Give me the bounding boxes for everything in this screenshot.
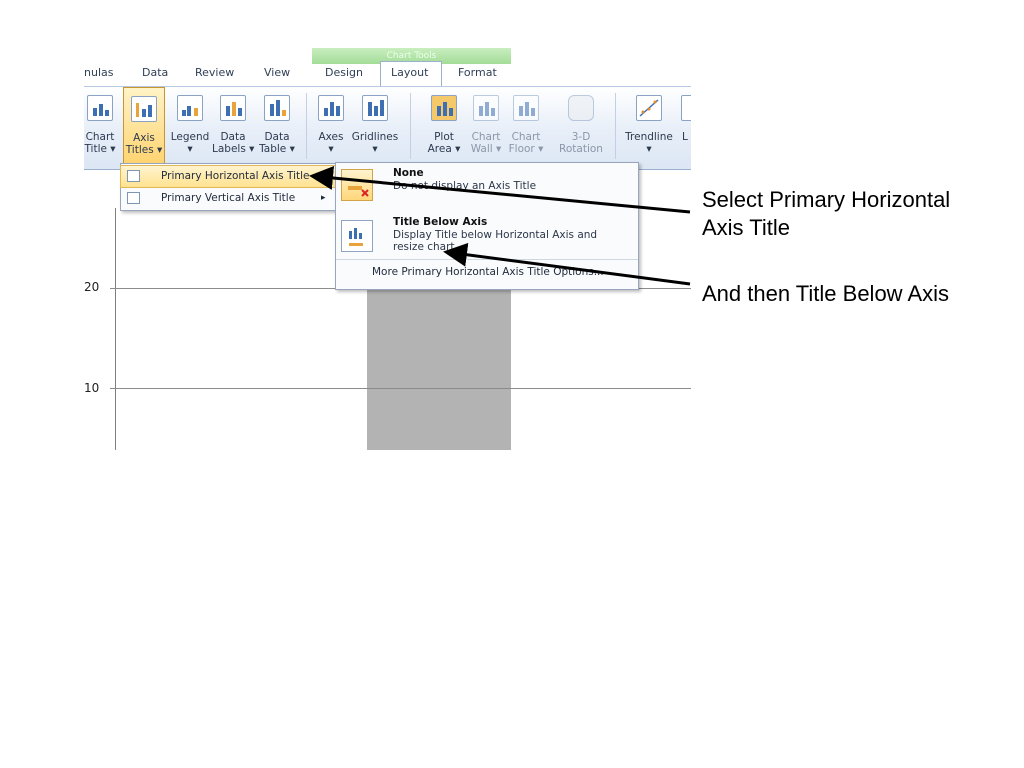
arrow-to-title-below-axis bbox=[443, 242, 691, 286]
annotation-title-below: And then Title Below Axis bbox=[702, 281, 950, 306]
annotation-select-horizontal: Select Primary Horizontal Axis Title bbox=[702, 187, 951, 240]
annotation-arrows bbox=[309, 166, 691, 286]
arrow-to-horizontal-axis-title bbox=[309, 166, 691, 214]
